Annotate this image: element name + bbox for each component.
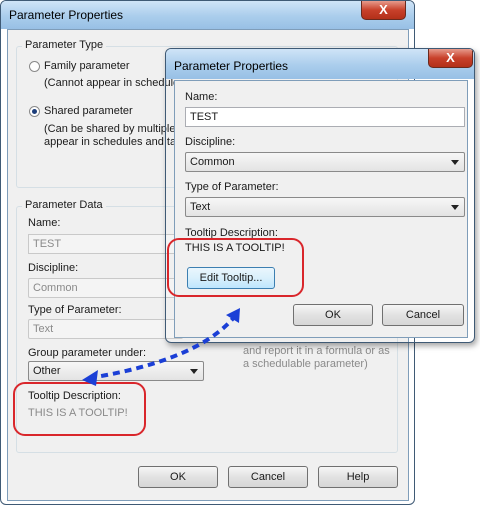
back-tooltip-callout [13,382,146,436]
shared-parameter-note-line1: (Can be shared by multiple [44,123,176,135]
shared-parameter-radio[interactable] [29,106,40,117]
shared-parameter-note-line4: a schedulable parameter) [243,358,368,370]
front-dialog-close-button[interactable]: X [428,49,473,68]
front-dialog-title: Parameter Properties [174,59,289,73]
front-discipline-dropdown[interactable]: Common [185,152,465,172]
name-label: Name: [28,217,61,229]
front-cancel-label: Cancel [405,309,441,321]
shared-parameter-note-line3: and report it in a formula or as [243,345,390,357]
discipline-label: Discipline: [28,262,79,274]
front-type-of-parameter-dropdown[interactable]: Text [185,197,465,217]
front-type-of-parameter-label: Type of Parameter: [185,181,279,193]
parameter-data-group-title: Parameter Data [22,199,106,211]
close-icon: X [379,2,388,17]
front-name-value: TEST [190,111,219,123]
shared-parameter-label: Shared parameter [44,105,133,117]
close-icon: X [446,50,455,65]
chevron-down-icon [190,369,198,374]
group-parameter-under-label: Group parameter under: [28,347,147,359]
discipline-dropdown[interactable]: Common [28,278,183,298]
name-field-value: TEST [33,238,62,250]
back-cancel-button[interactable]: Cancel [228,466,308,488]
back-help-label: Help [346,471,370,483]
family-parameter-label: Family parameter [44,60,130,72]
group-parameter-under-dropdown[interactable]: Other [28,361,204,381]
back-dialog-title: Parameter Properties [9,8,124,22]
group-parameter-under-value: Other [33,365,61,377]
front-discipline-value: Common [190,156,235,168]
family-parameter-radio[interactable] [29,61,40,72]
back-cancel-label: Cancel [250,471,286,483]
family-parameter-note: (Cannot appear in schedule [44,77,180,89]
front-discipline-label: Discipline: [185,136,236,148]
shared-parameter-note-line2: appear in schedules and ta [44,136,177,148]
discipline-dropdown-value: Common [33,282,78,294]
back-ok-button[interactable]: OK [138,466,218,488]
front-type-of-parameter-value: Text [190,201,211,213]
front-dialog: Parameter Properties X Name: TEST Discip… [165,48,475,343]
type-of-parameter-dropdown[interactable]: Text [28,319,183,339]
back-ok-label: OK [170,471,186,483]
type-of-parameter-label: Type of Parameter: [28,304,122,316]
front-ok-button[interactable]: OK [293,304,373,326]
back-dialog-titlebar[interactable]: Parameter Properties [1,1,414,29]
back-dialog-close-button[interactable]: X [361,1,406,20]
name-field[interactable]: TEST [28,234,183,254]
chevron-down-icon [451,160,459,165]
front-dialog-body: Name: TEST Discipline: Common Type of Pa… [174,80,468,338]
parameter-type-group-title: Parameter Type [22,39,107,51]
front-tooltip-callout [167,238,304,297]
front-name-input[interactable]: TEST [185,107,465,127]
chevron-down-icon [451,205,459,210]
front-name-label: Name: [185,91,218,103]
front-ok-label: OK [325,309,341,321]
back-help-button[interactable]: Help [318,466,398,488]
type-of-parameter-dropdown-value: Text [33,323,54,335]
front-cancel-button[interactable]: Cancel [382,304,464,326]
